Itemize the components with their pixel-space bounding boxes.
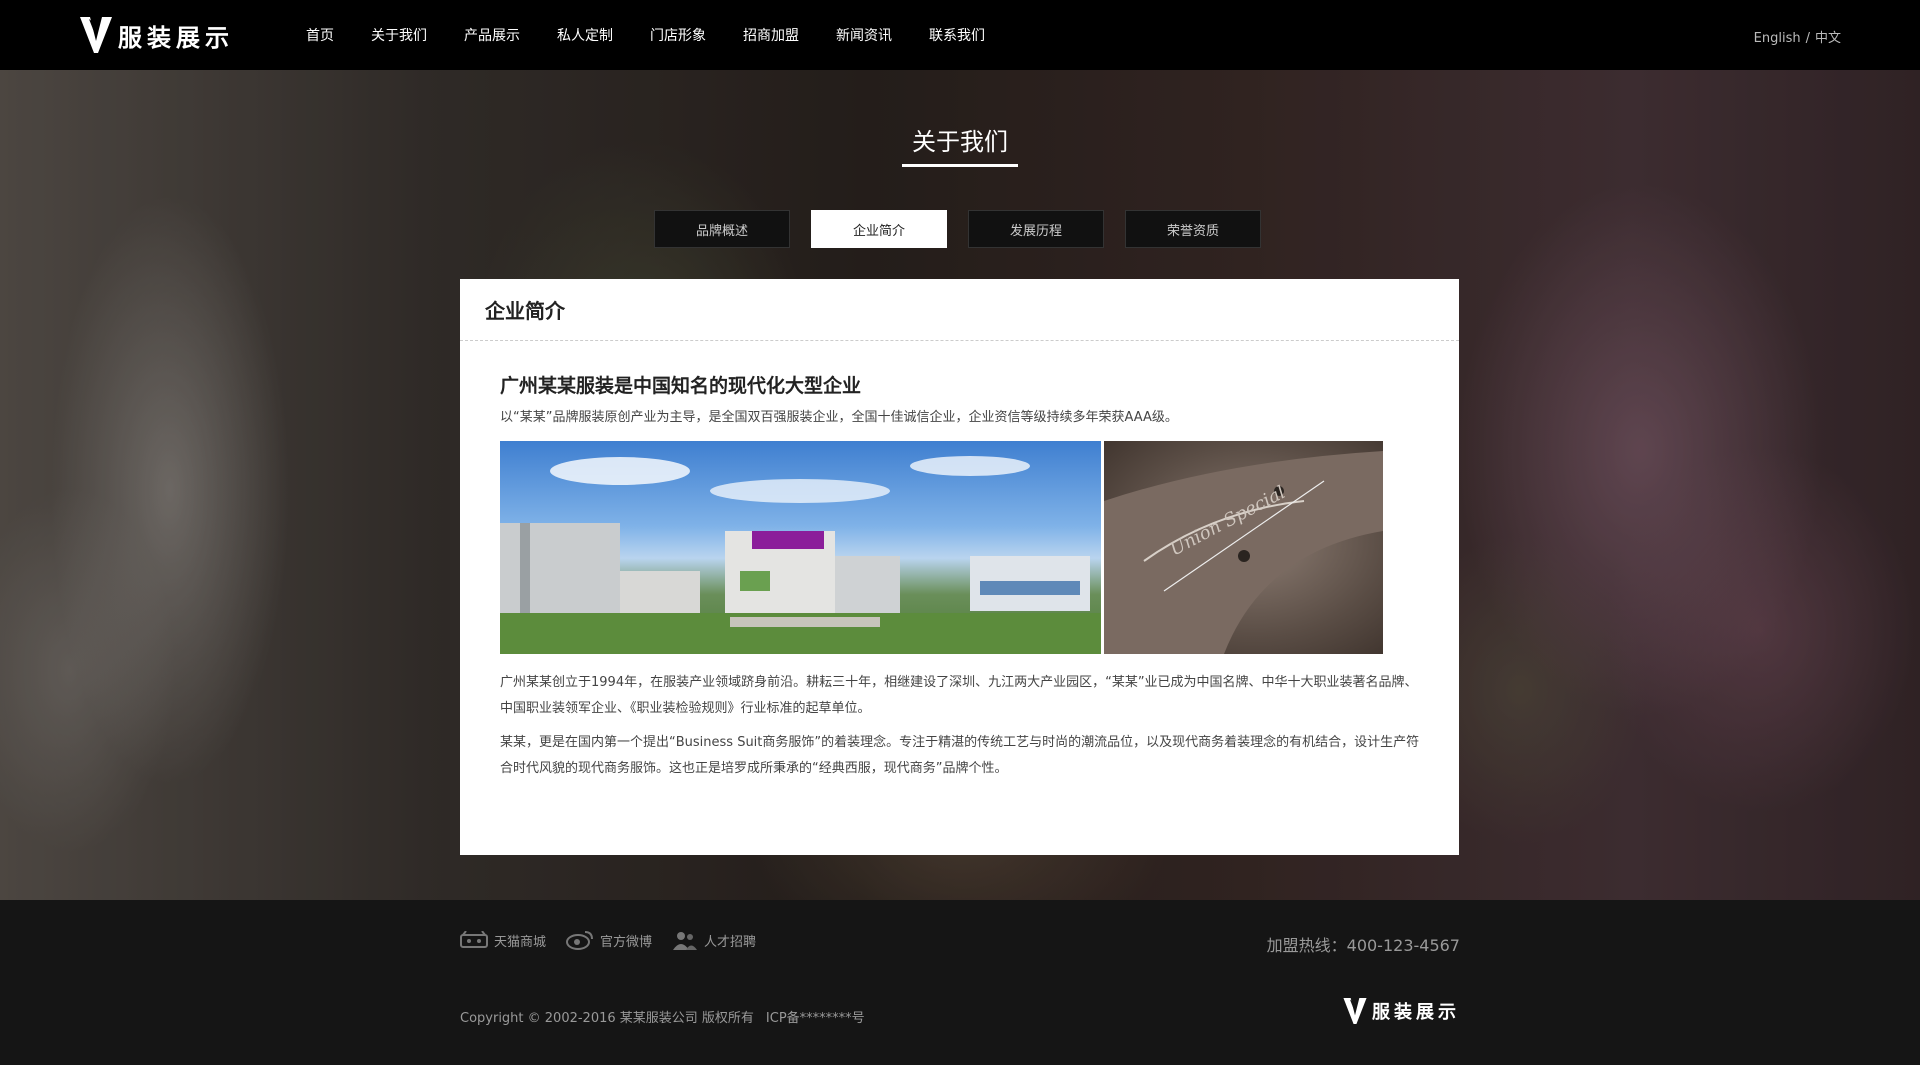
- nav-item-home[interactable]: 首页: [306, 25, 334, 45]
- footer: 天猫商城 官方微博 人才招聘 加盟热线：400-123-4567 Copyrig…: [0, 900, 1920, 1065]
- v-logo-icon: [80, 17, 112, 53]
- footer-link-weibo[interactable]: 官方微博: [566, 930, 652, 950]
- article-headline: 广州某某服装是中国知名的现代化大型企业: [500, 375, 862, 397]
- tab-brand-overview[interactable]: 品牌概述: [654, 210, 790, 248]
- nav-item-products[interactable]: 产品展示: [464, 25, 520, 45]
- logo-text: 服装展示: [118, 23, 234, 52]
- v-logo-icon: [1343, 998, 1367, 1024]
- sewing-machine-photo: Union Special: [1104, 441, 1383, 654]
- footer-link-careers[interactable]: 人才招聘: [672, 930, 756, 950]
- lang-chinese-link[interactable]: 中文: [1815, 31, 1841, 46]
- top-navbar: 服装展示 首页 关于我们 产品展示 私人定制 门店形象 招商加盟 新闻资讯 联系…: [0, 0, 1920, 70]
- title-underline: [902, 164, 1018, 167]
- article-intro: 以“某某”品牌服装原创产业为主导，是全国双百强服装企业，全国十佳诚信企业，企业资…: [500, 410, 1178, 425]
- nav-item-contact[interactable]: 联系我们: [929, 25, 985, 45]
- nav-item-about[interactable]: 关于我们: [371, 25, 427, 45]
- tab-history[interactable]: 发展历程: [968, 210, 1104, 248]
- about-tabs: 品牌概述 企业简介 发展历程 荣誉资质: [654, 210, 1282, 248]
- footer-link-label: 天猫商城: [494, 934, 547, 950]
- tab-company-profile[interactable]: 企业简介: [811, 210, 947, 248]
- footer-link-label: 官方微博: [600, 934, 653, 950]
- tmall-icon: [460, 931, 488, 948]
- tab-honors[interactable]: 荣誉资质: [1125, 210, 1261, 248]
- site-logo[interactable]: 服装展示: [78, 14, 234, 56]
- nav-item-news[interactable]: 新闻资讯: [836, 25, 892, 45]
- copyright-label: Copyright © 2002-2016 某某服装公司 版权所有: [460, 1011, 754, 1026]
- article-paragraph-2: 某某，更是在国内第一个提出“Business Suit商务服饰”的着装理念。专注…: [500, 735, 1420, 776]
- photo-row: Union Special: [500, 441, 1419, 654]
- people-icon: [673, 932, 698, 950]
- icp-number: ICP备********号: [765, 1011, 865, 1026]
- weibo-icon: [566, 931, 594, 950]
- footer-links: 天猫商城 官方微博 人才招聘: [460, 930, 776, 950]
- article-paragraph-1: 广州某某创立于1994年，在服装产业领域跻身前沿。耕耘三十年，相继建设了深圳、九…: [500, 675, 1418, 716]
- footer-link-label: 人才招聘: [704, 934, 757, 950]
- franchise-hotline: 加盟热线：400-123-4567: [1266, 936, 1460, 955]
- copyright-text: Copyright © 2002-2016 某某服装公司 版权所有 ICP备***…: [460, 1007, 865, 1026]
- nav-item-custom[interactable]: 私人定制: [557, 25, 613, 45]
- main-nav: 首页 关于我们 产品展示 私人定制 门店形象 招商加盟 新闻资讯 联系我们: [306, 0, 1022, 70]
- language-switcher: English / 中文: [1754, 27, 1841, 46]
- factory-campus-photo: [500, 441, 1101, 654]
- lang-separator: /: [1805, 31, 1810, 46]
- footer-logo[interactable]: 服装展示: [1342, 996, 1460, 1026]
- footer-logo-text: 服装展示: [1372, 1002, 1460, 1023]
- content-card: 企业简介 广州某某服装是中国知名的现代化大型企业 以“某某”品牌服装原创产业为主…: [460, 279, 1459, 855]
- card-heading: 企业简介: [460, 279, 1459, 341]
- page-title: 关于我们: [912, 128, 1008, 156]
- nav-item-franchise[interactable]: 招商加盟: [743, 25, 799, 45]
- lang-english-link[interactable]: English: [1754, 31, 1801, 46]
- nav-item-stores[interactable]: 门店形象: [650, 25, 706, 45]
- footer-link-tmall[interactable]: 天猫商城: [460, 931, 546, 950]
- card-body: 广州某某服装是中国知名的现代化大型企业 以“某某”品牌服装原创产业为主导，是全国…: [460, 341, 1459, 782]
